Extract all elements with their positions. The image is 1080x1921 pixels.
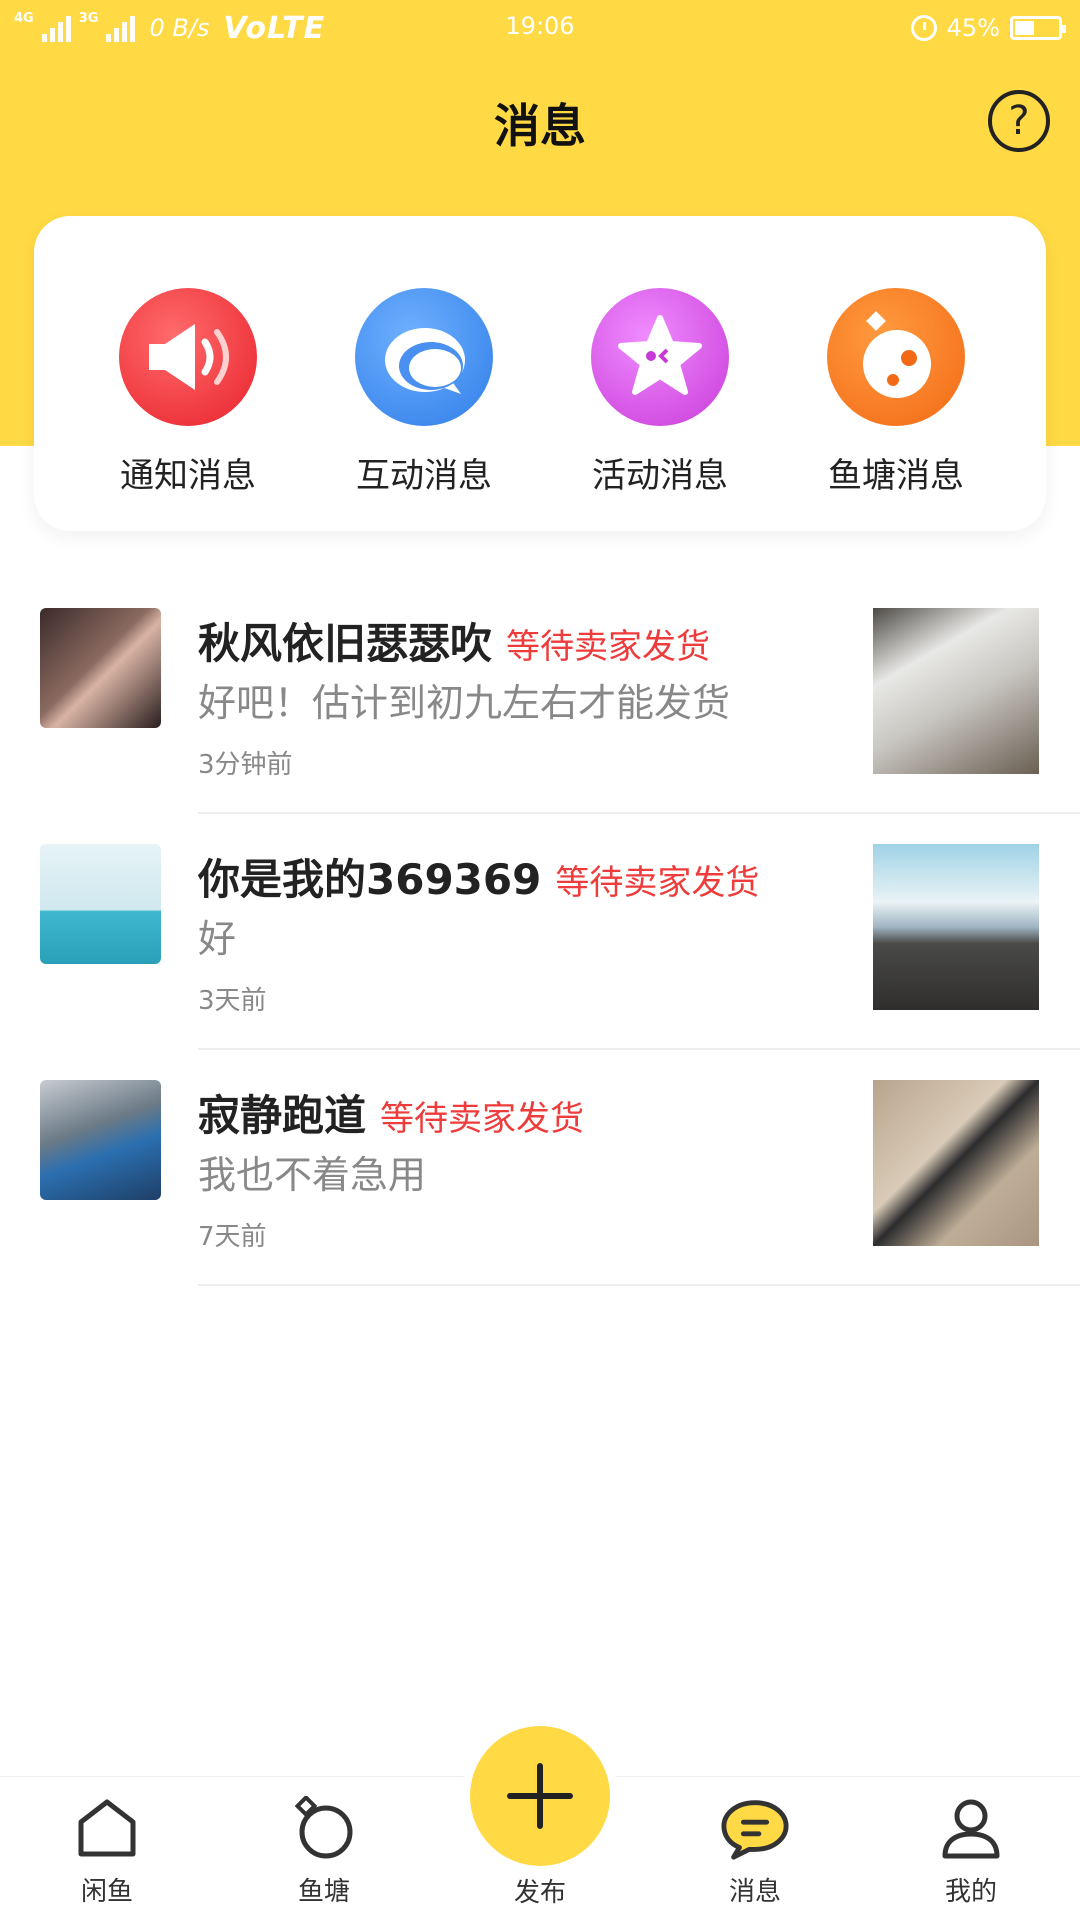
item-thumbnail[interactable] [873,1080,1039,1246]
message-time: 3分钟前 [198,750,293,780]
message-time: 7天前 [198,1222,267,1252]
sender-name: 秋风依旧瑟瑟吹 [198,619,493,668]
fish-pond-icon [827,288,965,426]
divider [198,1284,1080,1286]
tab-label: 消息 [728,1877,781,1907]
user-icon [936,1793,1006,1863]
message-preview: 好吧！估计到初九左右才能发货 [198,681,731,725]
tab-pond[interactable]: 鱼塘 [264,1793,384,1908]
category-label: 通知消息 [120,456,256,496]
battery-percent: 45% [946,14,1000,42]
battery-fill [1015,21,1034,35]
avatar[interactable] [40,1080,161,1200]
sender-name: 寂静跑道 [198,1091,367,1140]
order-status: 等待卖家发货 [380,1099,585,1139]
conversation-row[interactable]: 秋风依旧瑟瑟吹 等待卖家发货 好吧！估计到初九左右才能发货 3分钟前 [0,578,1080,814]
conversation-name: 你是我的369369 等待卖家发货 [198,846,759,907]
status-bar: 4G 3G 0 B/s VoLTE 19:06 45% [0,0,1080,56]
tab-label: 发布 [513,1878,566,1908]
tab-label: 我的 [944,1877,997,1907]
conversation-name: 秋风依旧瑟瑟吹 等待卖家发货 [198,610,710,671]
chat-bubbles-icon [355,288,493,426]
message-icon [720,1793,790,1863]
category-pond[interactable]: 鱼塘消息 [806,288,986,497]
plus-icon [507,1763,573,1829]
category-activity[interactable]: 活动消息 [570,288,750,497]
tab-messages[interactable]: 消息 [695,1793,815,1908]
message-time: 3天前 [198,986,267,1016]
category-label: 活动消息 [592,456,728,496]
tab-mine[interactable]: 我的 [911,1793,1031,1908]
category-label: 互动消息 [356,456,492,496]
help-button[interactable]: ? [988,90,1050,152]
tab-label: 闲鱼 [80,1877,133,1907]
category-notice[interactable]: 通知消息 [98,288,278,497]
category-interaction[interactable]: 互动消息 [334,288,514,497]
conversation-name: 寂静跑道 等待卖家发货 [198,1082,584,1143]
order-status: 等待卖家发货 [506,627,711,667]
item-thumbnail[interactable] [873,608,1039,774]
sender-name: 你是我的369369 [198,855,542,904]
pond-icon [289,1793,359,1863]
message-preview: 我也不着急用 [198,1153,427,1197]
conversation-row[interactable]: 你是我的369369 等待卖家发货 好 3天前 [0,814,1080,1050]
battery-icon [1010,16,1066,40]
item-thumbnail[interactable] [873,844,1039,1010]
alarm-icon [910,15,937,41]
megaphone-icon [119,288,257,426]
publish-button[interactable] [470,1726,610,1866]
page-title: 消息 [494,99,586,153]
conversation-row[interactable]: 寂静跑道 等待卖家发货 我也不着急用 7天前 [0,1050,1080,1286]
home-icon [72,1793,142,1863]
avatar[interactable] [40,608,161,728]
category-label: 鱼塘消息 [828,456,964,496]
avatar[interactable] [40,844,161,964]
message-preview: 好 [198,917,237,961]
tab-xianyu[interactable]: 闲鱼 [47,1793,167,1908]
message-category-card: 通知消息 互动消息 活动消息 鱼塘消息 [34,216,1046,531]
order-status: 等待卖家发货 [555,863,760,903]
tab-label: 鱼塘 [297,1877,350,1907]
star-icon [591,288,729,426]
question-icon: ? [1008,98,1030,144]
